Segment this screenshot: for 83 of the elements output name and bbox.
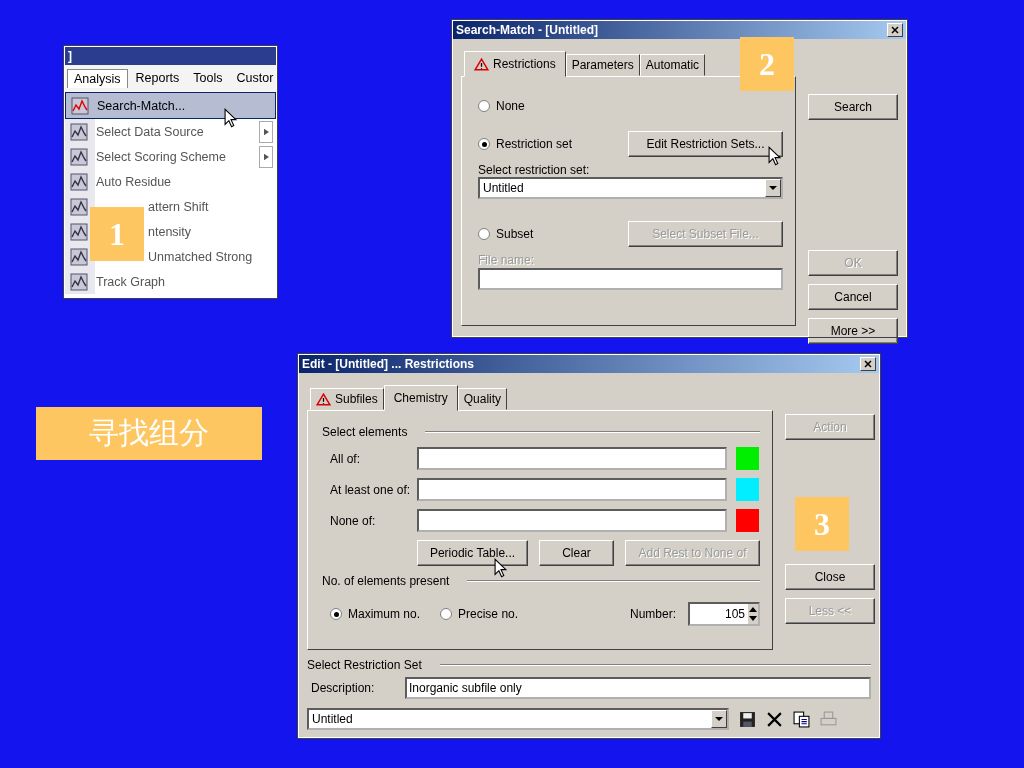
close-button[interactable] bbox=[887, 23, 903, 37]
window-title: Edit - [Untitled] ... Restrictions bbox=[302, 357, 474, 371]
delete-icon[interactable] bbox=[766, 710, 783, 728]
dialog-button[interactable]: Close bbox=[785, 564, 875, 590]
field-label: Description: bbox=[310, 681, 376, 695]
dropdown-arrow-icon bbox=[715, 717, 723, 721]
menu-item[interactable]: Select Scoring Scheme bbox=[65, 144, 276, 169]
menu-bar-item[interactable]: Tools bbox=[187, 69, 229, 88]
chart-icon bbox=[70, 122, 88, 141]
group-header: Select Restriction Set bbox=[307, 658, 422, 672]
menu-item-label: ntensity bbox=[148, 224, 192, 239]
warning-icon bbox=[474, 57, 489, 71]
menu-item-label: attern Shift bbox=[148, 199, 209, 214]
radio-button[interactable]: Subset bbox=[478, 227, 534, 241]
menu-item[interactable]: Search-Match... bbox=[65, 92, 276, 119]
menu-bar-item[interactable]: Custor bbox=[230, 69, 276, 88]
elements-field[interactable] bbox=[417, 509, 727, 532]
menu-item-label: Select Scoring Scheme bbox=[96, 149, 226, 164]
close-icon bbox=[891, 26, 899, 34]
radio-label: Precise no. bbox=[458, 607, 519, 621]
field-label: All of: bbox=[329, 451, 361, 466]
mouse-pointer-icon bbox=[768, 146, 781, 166]
menu-item-label: Select Data Source bbox=[96, 124, 204, 139]
mouse-pointer-icon bbox=[494, 558, 507, 578]
field-label: File name: bbox=[478, 253, 536, 267]
description-field[interactable]: Inorganic subfile only bbox=[405, 677, 871, 699]
tab[interactable]: Chemistry bbox=[383, 385, 458, 411]
field-label: Select restriction set: bbox=[478, 163, 591, 177]
mouse-pointer-icon bbox=[224, 108, 237, 128]
slide-caption: 寻找组分 bbox=[36, 407, 262, 460]
save-icon[interactable] bbox=[739, 710, 756, 728]
menu-item-label: Unmatched Strong bbox=[148, 249, 253, 264]
tab[interactable]: Subfiles bbox=[310, 388, 384, 410]
menu-bar-item[interactable]: Analysis bbox=[67, 69, 128, 88]
tab[interactable]: Automatic bbox=[639, 54, 706, 76]
menu-item-label: Auto Residue bbox=[96, 174, 172, 189]
elements-field[interactable] bbox=[417, 478, 727, 501]
menu-bar-item[interactable]: Reports bbox=[129, 69, 186, 88]
chart-icon bbox=[70, 147, 88, 166]
close-icon bbox=[864, 360, 872, 368]
number-spinner[interactable]: 105 bbox=[688, 602, 760, 626]
radio-button[interactable]: Restriction set bbox=[478, 137, 573, 151]
element-button[interactable]: Periodic Table... bbox=[417, 540, 528, 566]
warning-icon bbox=[316, 392, 331, 406]
chart-icon bbox=[70, 197, 88, 216]
menu-item-label: Track Graph bbox=[96, 274, 165, 289]
radio-button[interactable] bbox=[330, 608, 342, 620]
close-button[interactable] bbox=[860, 357, 876, 371]
chart-icon bbox=[70, 247, 88, 266]
step-number-badge: 3 bbox=[795, 497, 849, 551]
elements-field[interactable] bbox=[417, 447, 727, 470]
tab[interactable]: Parameters bbox=[565, 54, 640, 76]
step-number-badge: 2 bbox=[740, 37, 794, 91]
menu-item[interactable]: Select Data Source bbox=[65, 119, 276, 144]
tab[interactable]: Restrictions bbox=[464, 51, 566, 77]
radio-button[interactable] bbox=[440, 608, 453, 620]
dialog-button[interactable]: Cancel bbox=[808, 284, 898, 310]
window-title: Search-Match - [Untitled] bbox=[456, 23, 598, 37]
window-title: ] bbox=[68, 49, 72, 63]
field-label: At least one of: bbox=[329, 482, 412, 497]
dropdown-arrow-icon bbox=[769, 186, 777, 190]
copy-icon[interactable] bbox=[793, 710, 810, 728]
edit-sets-button[interactable]: Edit Restriction Sets... bbox=[628, 131, 783, 157]
element-button[interactable]: Clear bbox=[539, 540, 614, 566]
tab[interactable]: Quality bbox=[457, 388, 508, 410]
restriction-set-dropdown[interactable]: Untitled bbox=[478, 177, 783, 199]
radio-label: Maximum no. bbox=[348, 607, 421, 621]
dialog-button[interactable]: More >> bbox=[808, 318, 898, 344]
chart-icon bbox=[70, 222, 88, 241]
chart-icon bbox=[70, 272, 88, 291]
spinner-arrows-icon[interactable] bbox=[748, 605, 758, 623]
dialog-button[interactable]: Search bbox=[808, 94, 898, 120]
step-number-badge: 1 bbox=[90, 207, 144, 261]
field-label: None of: bbox=[329, 513, 377, 528]
menu-item-label: Search-Match... bbox=[97, 98, 186, 113]
chart-icon bbox=[70, 172, 88, 191]
chart-icon bbox=[71, 96, 89, 115]
restriction-set-dropdown[interactable]: Untitled bbox=[307, 708, 729, 730]
radio-button[interactable]: None bbox=[478, 99, 783, 113]
group-header: Select elements bbox=[322, 425, 408, 439]
group-header: No. of elements present bbox=[322, 574, 450, 588]
file-name-field[interactable] bbox=[478, 268, 783, 290]
field-label: Number: bbox=[630, 607, 676, 621]
